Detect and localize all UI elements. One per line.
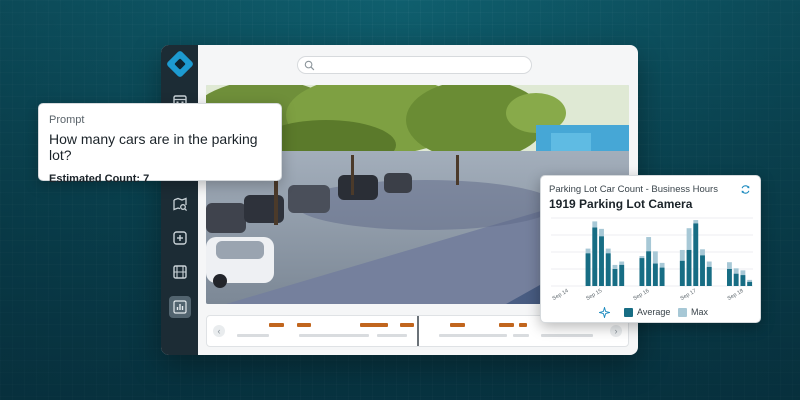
bar-average[interactable] [727,269,732,286]
prompt-question: How many cars are in the parking lot? [49,131,258,163]
chart-card: Sep 14 Sep 15 Sep 16 Sep 17 Sep 18 Parking L… [540,175,761,323]
timeline-track [377,334,407,337]
bar-average[interactable] [592,227,598,286]
search-input[interactable] [318,58,523,72]
bar-average[interactable] [700,255,705,286]
prompt-label: Prompt [49,114,85,126]
add-box-icon[interactable] [172,230,188,246]
search-bar[interactable] [297,56,532,74]
map-search-icon[interactable] [172,196,188,212]
bar-average[interactable] [740,275,746,286]
bar-average[interactable] [646,251,652,286]
chart-title: 1919 Parking Lot Camera [549,197,693,211]
sparkle-icon[interactable] [599,307,610,318]
timeline-prev-button[interactable]: ‹ [213,325,225,337]
legend-swatch-max [678,308,687,317]
x-tick-label: Sep 15 [585,288,603,302]
timeline-track [439,334,507,337]
bar-average[interactable] [639,258,645,286]
sidebar [161,45,198,355]
bar-average[interactable] [612,269,618,286]
film-icon[interactable] [172,264,188,280]
x-tick-label: Sep 16 [632,288,650,302]
bar-average[interactable] [679,260,685,286]
x-tick-label: Sep 17 [679,288,697,302]
timeline-event[interactable] [450,323,465,327]
bar-average[interactable] [733,273,739,286]
timeline-playhead[interactable] [417,316,419,346]
bar-average[interactable] [693,223,699,286]
legend-label-average: Average [637,307,671,317]
x-tick-label: Sep 14 [552,288,570,302]
bar-average[interactable] [659,267,665,286]
timeline-track [541,334,593,337]
legend-swatch-average [624,308,633,317]
timeline-event[interactable] [360,323,388,327]
timeline-track [513,334,529,337]
refresh-icon[interactable] [740,184,751,195]
logo-icon [165,49,195,79]
bar-average[interactable] [605,253,611,286]
bar-average[interactable] [652,263,658,286]
timeline-track [299,334,369,337]
bar-average[interactable] [747,281,753,286]
prompt-card: Prompt How many cars are in the parking … [38,103,282,185]
estimated-count: Estimated Count: 7 [49,173,150,185]
timeline-event[interactable] [400,323,414,327]
x-tick-label: Sep 18 [727,288,745,302]
bar-average[interactable] [599,236,604,286]
search-icon [304,60,315,71]
timeline-next-button[interactable]: › [610,325,622,337]
bar-average[interactable] [585,253,591,286]
bar-chart-icon[interactable] [169,296,191,318]
car-count-chart: Sep 14 Sep 15 Sep 16 Sep 17 Sep 18 [551,217,753,302]
legend-label-max: Max [691,307,709,317]
chart-subtitle: Parking Lot Car Count - Business Hours [549,184,718,195]
timeline-event[interactable] [269,323,284,327]
bar-average[interactable] [619,264,625,286]
chart-legend: Average Max [541,307,762,319]
bar-average[interactable] [686,249,692,286]
timeline-track [237,334,269,337]
bar-average[interactable] [706,266,712,286]
timeline-event[interactable] [297,323,311,327]
timeline-event[interactable] [519,323,527,327]
timeline-event[interactable] [499,323,514,327]
